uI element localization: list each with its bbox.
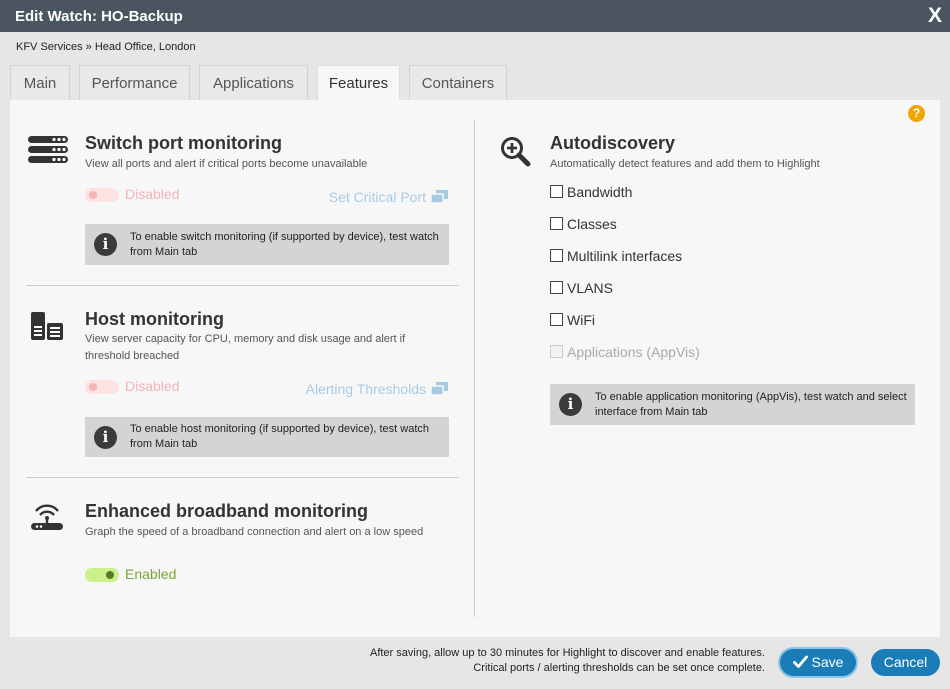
broadband-description: Graph the speed of a broadband connectio… — [85, 526, 424, 538]
footer-note-line1: After saving, allow up to 30 minutes for… — [369, 647, 765, 659]
classes-checkbox[interactable]: Classes — [550, 216, 617, 232]
checkbox-box[interactable] — [550, 249, 563, 262]
host-title: Host monitoring — [85, 309, 224, 329]
title-bar: Edit Watch: HO-Backup X — [0, 0, 950, 32]
broadband-toggle-label: Enabled — [125, 566, 177, 582]
autodiscovery-info: i To enable application monitoring (AppV… — [550, 384, 915, 425]
host-toggle[interactable] — [85, 380, 119, 394]
check-icon — [792, 651, 808, 678]
info-icon: i — [94, 426, 117, 449]
breadcrumb: KFV Services » Head Office, London — [16, 41, 196, 53]
switch-port-description: View all ports and alert if critical por… — [85, 158, 368, 170]
info-icon: i — [94, 233, 117, 256]
alerting-thresholds-label: Alerting Thresholds — [305, 381, 426, 397]
host-description: View server capacity for CPU, memory and… — [85, 333, 406, 362]
features-panel — [10, 100, 940, 637]
checkbox-box[interactable] — [550, 281, 563, 294]
broadband-toggle[interactable] — [85, 568, 119, 582]
windows-icon — [430, 382, 448, 398]
tab-applications[interactable]: Applications — [199, 65, 308, 101]
tab-containers[interactable]: Containers — [409, 65, 507, 101]
set-critical-port-link[interactable]: Set Critical Port — [329, 189, 448, 206]
checkbox-box[interactable] — [550, 185, 563, 198]
multilink-checkbox[interactable]: Multilink interfaces — [550, 248, 682, 264]
switch-port-info: i To enable switch monitoring (if suppor… — [85, 224, 449, 265]
vlans-label: VLANS — [567, 280, 613, 296]
help-icon[interactable]: ? — [908, 105, 925, 122]
autodiscovery-info-text: To enable application monitoring (AppVis… — [595, 391, 907, 418]
cancel-button[interactable]: Cancel — [871, 649, 940, 676]
wifi-checkbox[interactable]: WiFi — [550, 312, 595, 328]
server-icon — [31, 312, 65, 347]
broadband-title: Enhanced broadband monitoring — [85, 501, 368, 521]
appvis-label: Applications (AppVis) — [567, 344, 700, 360]
section-divider — [26, 477, 459, 478]
magnify-plus-icon — [500, 136, 532, 173]
footer-note: After saving, allow up to 30 minutes for… — [370, 646, 765, 676]
classes-label: Classes — [567, 216, 617, 232]
tab-features[interactable]: Features — [317, 65, 400, 103]
info-icon: i — [559, 393, 582, 416]
set-critical-port-label: Set Critical Port — [328, 189, 426, 205]
checkbox-box[interactable] — [550, 217, 563, 230]
window-title: Edit Watch: HO-Backup — [15, 8, 183, 25]
wifi-label: WiFi — [567, 312, 595, 328]
host-info: i To enable host monitoring (if supporte… — [85, 417, 449, 457]
footer-note-line2: Critical ports / alerting thresholds can… — [473, 662, 765, 674]
bandwidth-label: Bandwidth — [567, 184, 633, 200]
bandwidth-checkbox[interactable]: Bandwidth — [550, 184, 632, 200]
switch-icon — [27, 136, 69, 169]
host-info-text: To enable host monitoring (if supported … — [130, 423, 429, 450]
appvis-checkbox: Applications (AppVis) — [550, 344, 700, 360]
autodiscovery-description: Automatically detect features and add th… — [550, 158, 820, 170]
column-divider — [474, 120, 475, 617]
switch-port-info-text: To enable switch monitoring (if supporte… — [130, 231, 439, 258]
dialog-body: KFV Services » Head Office, London Main … — [0, 32, 950, 689]
autodiscovery-title: Autodiscovery — [550, 133, 676, 153]
multilink-label: Multilink interfaces — [567, 248, 683, 264]
host-toggle-label: Disabled — [125, 378, 180, 394]
tab-performance[interactable]: Performance — [79, 65, 190, 101]
section-divider — [26, 285, 459, 286]
checkbox-box — [550, 345, 563, 358]
checkbox-box[interactable] — [550, 313, 563, 326]
tab-main[interactable]: Main — [10, 65, 70, 101]
vlans-checkbox[interactable]: VLANS — [550, 280, 613, 296]
switch-port-title: Switch port monitoring — [85, 133, 282, 153]
windows-icon — [430, 190, 448, 206]
switch-port-toggle[interactable] — [85, 188, 119, 202]
close-button[interactable]: X — [920, 0, 950, 32]
alerting-thresholds-link[interactable]: Alerting Thresholds — [306, 381, 448, 398]
save-label: Save — [811, 654, 844, 670]
switch-port-toggle-label: Disabled — [125, 186, 180, 202]
save-button[interactable]: Save — [780, 649, 856, 676]
router-icon — [30, 502, 64, 537]
